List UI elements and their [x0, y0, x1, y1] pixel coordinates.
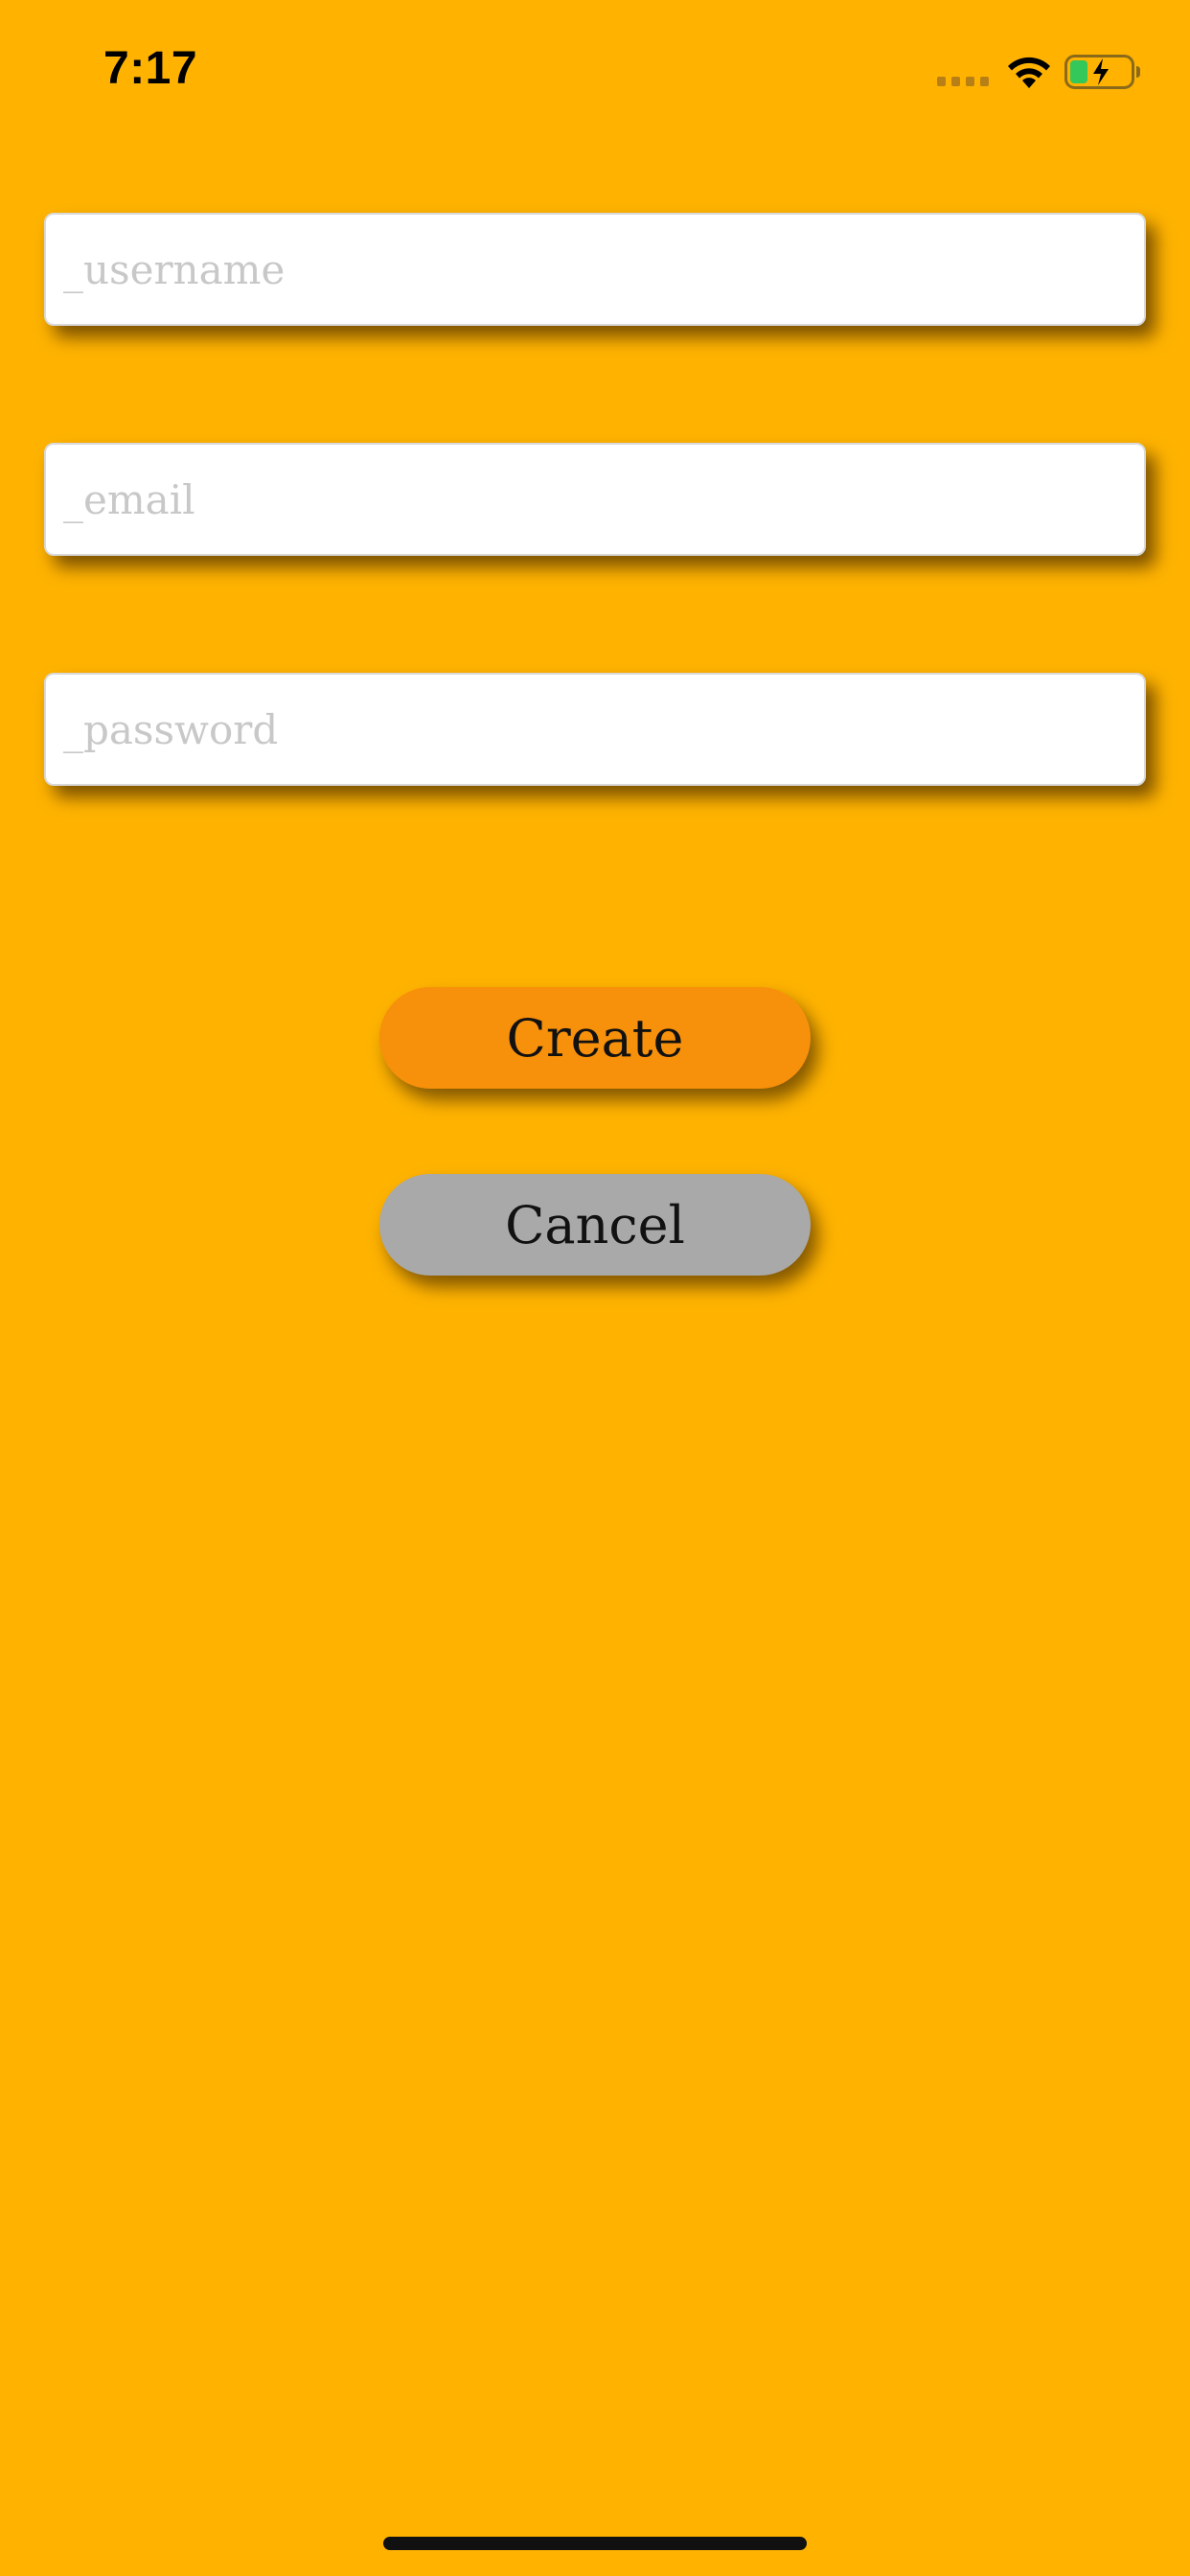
create-button[interactable]: Create [379, 987, 811, 1089]
status-time: 7:17 [103, 43, 198, 94]
password-field[interactable] [44, 673, 1146, 786]
wifi-icon [1008, 57, 1050, 88]
cancel-button[interactable]: Cancel [379, 1174, 811, 1276]
home-indicator [383, 2537, 807, 2550]
username-field[interactable] [44, 213, 1146, 326]
status-bar: 7:17 [0, 0, 1190, 144]
password-input[interactable] [46, 675, 1144, 784]
battery-charging-icon [1064, 55, 1140, 89]
username-input[interactable] [46, 215, 1144, 324]
email-input[interactable] [46, 445, 1144, 554]
signal-icon [937, 77, 989, 86]
email-field[interactable] [44, 443, 1146, 556]
